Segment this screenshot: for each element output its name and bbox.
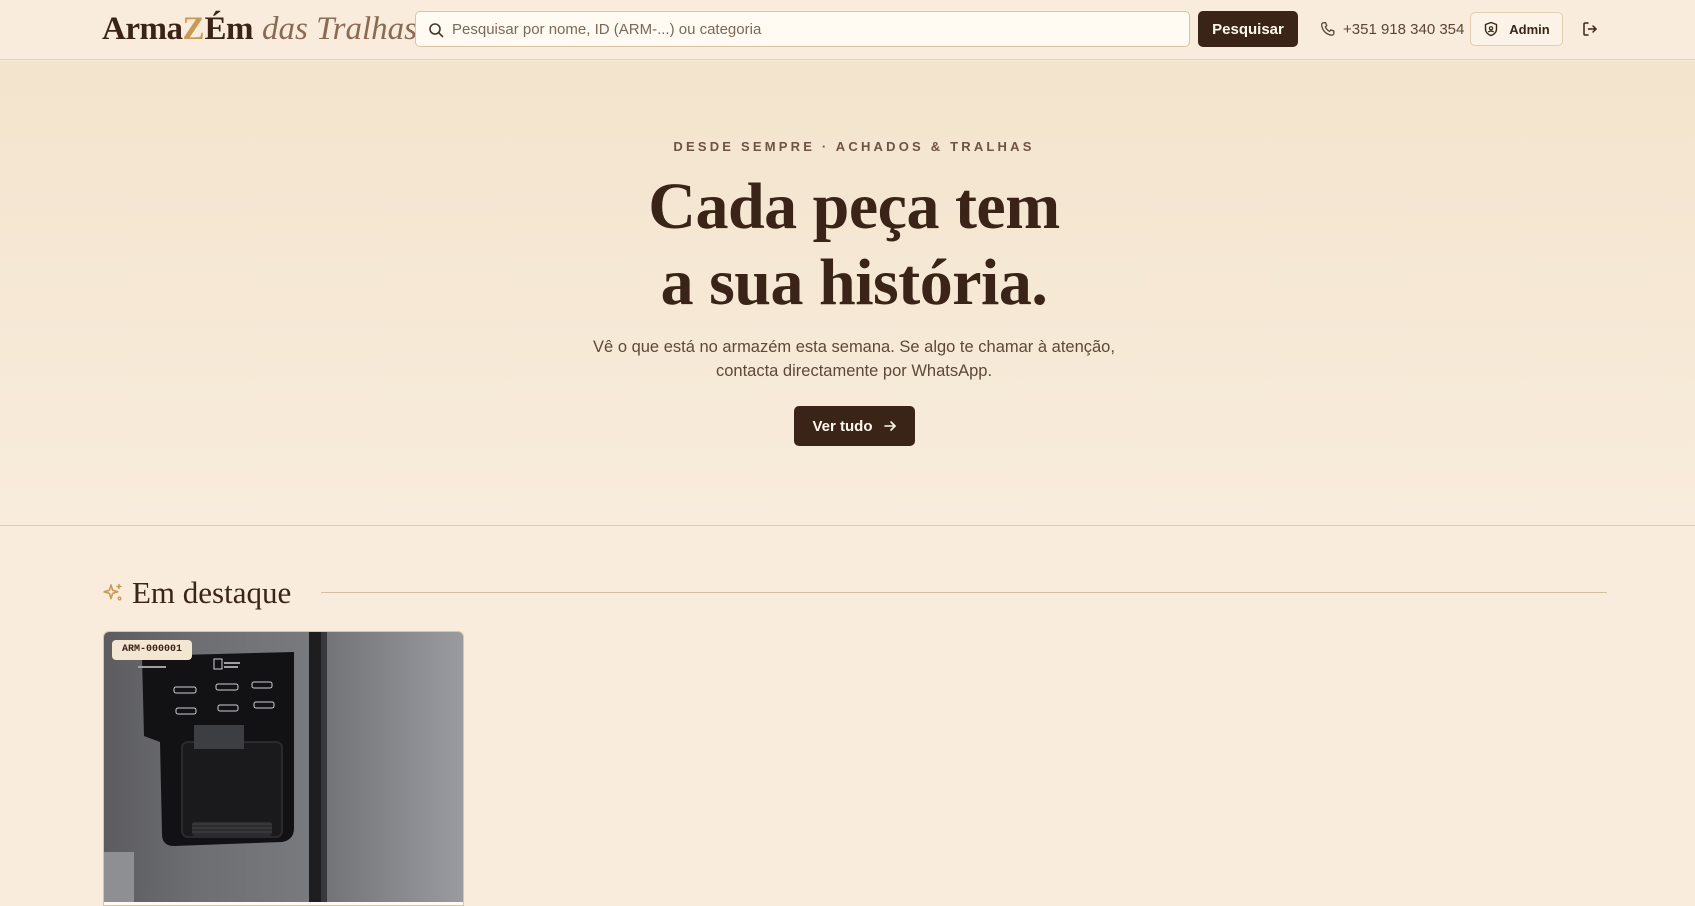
product-photo: [104, 632, 463, 902]
logout-icon: [1583, 22, 1597, 36]
featured-header: Em destaque: [102, 572, 291, 614]
sparkles-icon: [103, 583, 122, 601]
hero-headline: Cada peça tem a sua história.: [0, 169, 1695, 321]
hero-subtext: Vê o que está no armazém esta semana. Se…: [554, 335, 1154, 383]
logo-text-tralhas: das Tralhas: [261, 11, 417, 47]
phone-contact[interactable]: +351 918 340 354: [1320, 18, 1464, 40]
admin-label: Admin: [1509, 21, 1550, 37]
logo-text-arma: Arma: [102, 11, 183, 47]
logout-button[interactable]: [1578, 16, 1602, 42]
view-all-label: Ver tudo: [812, 417, 873, 435]
hero-headline-line2: a sua história.: [660, 246, 1048, 319]
hero-section: DESDE SEMPRE · ACHADOS & TRALHAS Cada pe…: [0, 61, 1695, 526]
shield-icon: [1485, 21, 1498, 37]
arrow-right-icon: [883, 421, 896, 431]
phone-number: +351 918 340 354: [1343, 20, 1465, 38]
search-icon: [429, 23, 444, 38]
featured-title: Em destaque: [132, 575, 292, 610]
site-logo[interactable]: ArmaZÉm das Tralhas: [102, 9, 417, 49]
logo-text-z: Z: [182, 11, 205, 47]
hero-subtext-line1: Vê o que está no armazém esta semana. Se…: [593, 338, 1115, 356]
hero-subtext-line2: contacta directamente por WhatsApp.: [715, 362, 993, 380]
view-all-button[interactable]: Ver tudo: [794, 406, 915, 446]
product-card[interactable]: ARM-000001: [103, 631, 464, 906]
section-divider: [321, 592, 1607, 593]
logo-text-em: Ém: [204, 11, 253, 47]
search-button[interactable]: Pesquisar: [1198, 11, 1298, 47]
product-id-badge: ARM-000001: [112, 640, 193, 660]
phone-icon: [1321, 21, 1335, 36]
admin-button[interactable]: Admin: [1470, 12, 1563, 46]
search-input[interactable]: [452, 12, 1172, 46]
top-header: ArmaZÉmdas Tralhas Pesquisar +351 918 34…: [0, 0, 1695, 60]
hero-headline-line1: Cada peça tem: [648, 170, 1060, 243]
search-bar: [415, 11, 1190, 47]
hero-eyebrow: DESDE SEMPRE · ACHADOS & TRALHAS: [673, 139, 1035, 154]
